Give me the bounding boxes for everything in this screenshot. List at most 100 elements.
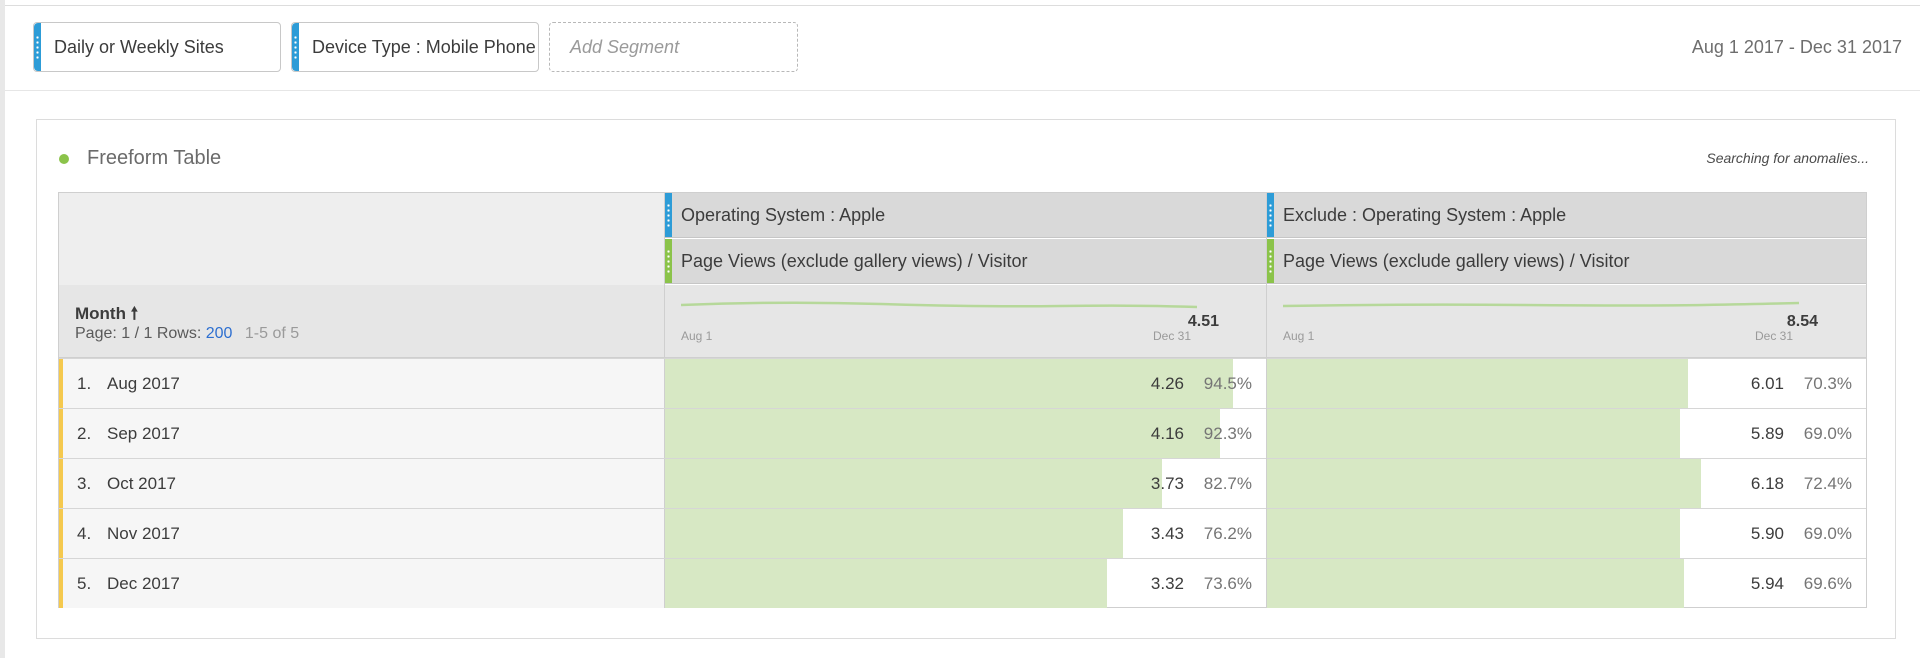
left-edge [0, 0, 5, 658]
sparkline-end-label: Dec 31 [1153, 329, 1192, 343]
sparkline-end-label: Dec 31 [1755, 329, 1794, 343]
metric-percent: 94.5% [1203, 374, 1252, 393]
sort-ascending-arrow-up-icon[interactable]: 🠕 [131, 304, 138, 323]
page-label: Page: 1 / 1 [75, 325, 153, 342]
row-header[interactable]: 1. Aug 2017 [59, 359, 665, 408]
segment-bar-divider [5, 90, 1920, 91]
metric-percent: 69.0% [1803, 424, 1852, 443]
row-number: 3. [77, 474, 92, 493]
metric-cell[interactable]: 4.26 94.5% [665, 359, 1266, 408]
dimension-label: Month [75, 304, 126, 323]
row-label: Nov 2017 [107, 524, 180, 543]
segment-daily-weekly-sites[interactable]: Daily or Weekly Sites [33, 22, 281, 72]
column-segment-2[interactable]: Exclude : Operating System : Apple [1267, 193, 1866, 238]
add-segment-placeholder: Add Segment [570, 36, 680, 57]
metric-value: 3.73 [1150, 474, 1184, 493]
row-header[interactable]: 5. Dec 2017 [59, 559, 665, 608]
table-row[interactable]: 5. Dec 2017 3.32 73.6% 5.94 69.6% [59, 558, 1866, 608]
metric-cell[interactable]: 3.32 73.6% [665, 559, 1266, 608]
column-metric-1[interactable]: Page Views (exclude gallery views) / Vis… [665, 239, 1267, 284]
row-label: Sep 2017 [107, 424, 180, 443]
metric-bar-fill [665, 509, 1123, 558]
row-header[interactable]: 4. Nov 2017 [59, 509, 665, 558]
metric-cell[interactable]: 6.01 70.3% [1267, 359, 1866, 408]
metric-cell[interactable]: 5.94 69.6% [1267, 559, 1866, 608]
metric-percent: 72.4% [1803, 474, 1852, 493]
add-segment-dropzone[interactable]: Add Segment [549, 22, 798, 72]
row-number: 5. [77, 574, 92, 593]
column-total: 8.54 [1786, 313, 1818, 330]
freeform-table: Operating System : Apple Page Views (exc… [58, 192, 1867, 608]
metric-value: 6.01 [1750, 374, 1784, 393]
table-row[interactable]: 1. Aug 2017 4.26 94.5% 6.01 70.3% [59, 358, 1866, 408]
metric-bar-fill [665, 559, 1107, 608]
row-number: 4. [77, 524, 92, 543]
table-corner [59, 193, 665, 285]
table-row[interactable]: 4. Nov 2017 3.43 76.2% 5.90 69.0% [59, 508, 1866, 558]
metric-percent: 70.3% [1803, 374, 1852, 393]
metric-percent: 82.7% [1203, 474, 1252, 493]
metric-drag-handle-icon[interactable] [665, 239, 672, 283]
row-label: Oct 2017 [107, 474, 176, 493]
table-row[interactable]: 3. Oct 2017 3.73 82.7% 6.18 72.4% [59, 458, 1866, 508]
date-range[interactable]: Aug 1 2017 - Dec 31 2017 [1692, 37, 1902, 58]
metric-value: 5.94 [1750, 574, 1784, 593]
sparkline-2 [1283, 301, 1799, 308]
metric-bar-fill [1267, 509, 1680, 558]
metric-cell[interactable]: 6.18 72.4% [1267, 459, 1866, 508]
segment-drag-handle-icon[interactable] [665, 193, 672, 237]
sparkline-start-label: Aug 1 [1283, 329, 1315, 343]
row-color-stripe [59, 559, 63, 608]
column-segment-label: Operating System : Apple [681, 204, 886, 225]
metric-cell[interactable]: 5.89 69.0% [1267, 409, 1866, 458]
pagination-info: Page: 1 / 1 Rows: 200 1-5 of 5 [75, 325, 299, 343]
metric-value: 5.89 [1750, 424, 1784, 443]
sparkline-1 [681, 301, 1197, 309]
table-row[interactable]: 2. Sep 2017 4.16 92.3% 5.89 69.0% [59, 408, 1866, 458]
metric-bar-fill [665, 459, 1162, 508]
column-total: 4.51 [1187, 313, 1219, 330]
row-label: Aug 2017 [107, 374, 180, 393]
row-color-stripe [59, 359, 63, 408]
segment-drag-handle-icon[interactable] [292, 23, 299, 71]
metric-bar-fill [1267, 409, 1680, 458]
column-metric-label: Page Views (exclude gallery views) / Vis… [1283, 250, 1630, 271]
column-metric-2[interactable]: Page Views (exclude gallery views) / Vis… [1267, 239, 1866, 284]
metric-bar-fill [1267, 459, 1701, 508]
metric-bar-fill [1267, 359, 1688, 408]
panel-title[interactable]: Freeform Table [87, 147, 221, 170]
metric-value: 5.90 [1750, 524, 1784, 543]
metric-value: 4.26 [1150, 374, 1184, 393]
metric-value: 6.18 [1750, 474, 1784, 493]
metric-percent: 76.2% [1203, 524, 1252, 543]
summary-cell-2: Aug 1 Dec 31 8.54 [1267, 285, 1866, 358]
row-header[interactable]: 2. Sep 2017 [59, 409, 665, 458]
segment-drag-handle-icon[interactable] [34, 23, 41, 71]
metric-cell[interactable]: 5.90 69.0% [1267, 509, 1866, 558]
segment-drag-handle-icon[interactable] [1267, 193, 1274, 237]
metric-bar-fill [665, 409, 1220, 458]
segment-label: Device Type : Mobile Phone [312, 36, 536, 57]
row-color-stripe [59, 459, 63, 508]
column-segment-1[interactable]: Operating System : Apple [665, 193, 1267, 238]
segment-label: Daily or Weekly Sites [54, 36, 224, 57]
metric-percent: 69.6% [1803, 574, 1852, 593]
rows-label: Rows: [156, 325, 202, 342]
anomaly-status: Searching for anomalies... [1706, 150, 1869, 166]
top-divider [5, 5, 1920, 6]
metric-cell[interactable]: 4.16 92.3% [665, 409, 1266, 458]
metric-cell[interactable]: 3.73 82.7% [665, 459, 1266, 508]
column-header-2: Exclude : Operating System : Apple Page … [1267, 193, 1866, 285]
row-range: 1-5 of 5 [244, 325, 300, 342]
metric-cell[interactable]: 3.43 76.2% [665, 509, 1266, 558]
metric-drag-handle-icon[interactable] [1267, 239, 1274, 283]
freeform-panel: Freeform Table Searching for anomalies..… [36, 119, 1896, 639]
metric-percent: 69.0% [1803, 524, 1852, 543]
rows-per-page-link[interactable]: 200 [206, 325, 233, 342]
sparkline-start-label: Aug 1 [681, 329, 713, 343]
row-header[interactable]: 3. Oct 2017 [59, 459, 665, 508]
dimension-header: Month 🠕 Page: 1 / 1 Rows: 200 1-5 of 5 [59, 285, 665, 358]
metric-value: 4.16 [1150, 424, 1184, 443]
segment-device-type[interactable]: Device Type : Mobile Phone [291, 22, 539, 72]
column-segment-label: Exclude : Operating System : Apple [1283, 204, 1567, 225]
